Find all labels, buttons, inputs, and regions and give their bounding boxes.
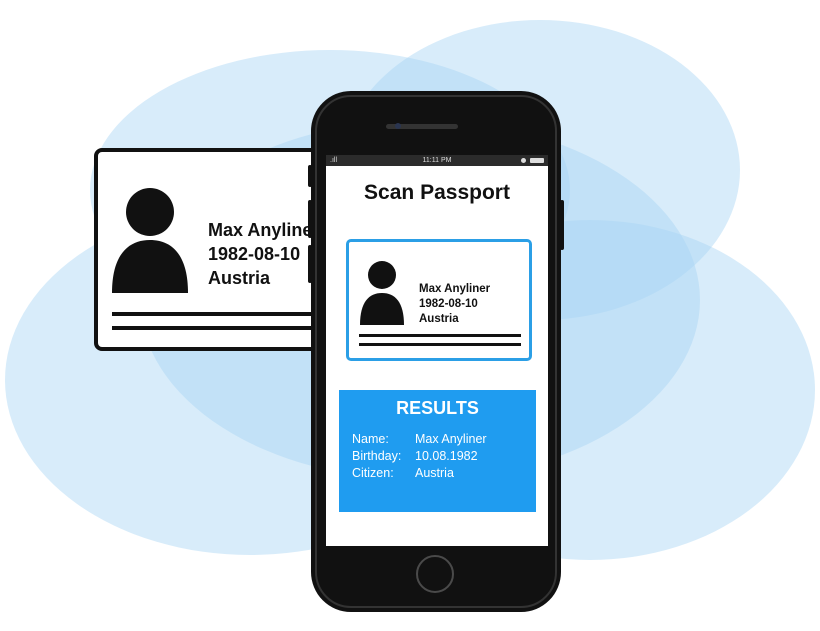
home-button[interactable]: [416, 555, 454, 593]
scanned-card-birthday: 1982-08-10: [419, 298, 478, 310]
results-label: Citizen:: [352, 466, 394, 480]
id-card-name: Max Anyliner: [208, 220, 320, 240]
results-label: Birthday:: [352, 449, 402, 463]
scanned-card-info: Max Anyliner 1982-08-10 Austria: [419, 282, 490, 327]
screen-title: Scan Passport: [364, 181, 510, 204]
person-silhouette-icon: [112, 188, 188, 293]
id-card-country: Austria: [208, 268, 271, 288]
id-card-line: [112, 312, 330, 316]
front-camera-icon: [395, 123, 401, 129]
results-value: Max Anyliner: [415, 432, 487, 446]
person-silhouette-icon: [360, 261, 404, 325]
id-card-birthday: 1982-08-10: [208, 244, 301, 264]
results-title: RESULTS: [396, 398, 479, 418]
status-time: 11:11 PM: [422, 157, 452, 164]
id-card-line: [112, 326, 330, 330]
scanned-card-country: Austria: [419, 313, 459, 325]
results-value: Austria: [415, 466, 454, 480]
results-value: 10.08.1982: [415, 449, 478, 463]
scanned-passport-card[interactable]: Max Anyliner 1982-08-10 Austria: [346, 239, 532, 361]
results-label: Name:: [352, 432, 389, 446]
phone-screen: .ıll 11:11 PM Scan Passport Max Anyliner…: [326, 155, 548, 546]
scanned-card-name: Max Anyliner: [419, 283, 491, 295]
scanned-card-line: [359, 343, 521, 346]
id-card-info: Max Anyliner 1982-08-10 Austria: [208, 218, 319, 290]
id-card: Max Anyliner 1982-08-10 Austria: [94, 148, 334, 351]
results-panel: RESULTS Name: Max Anyliner Birthday: 10.08…: [339, 390, 536, 512]
results-row: Citizen: Austria: [352, 465, 454, 482]
status-bar: .ıll 11:11 PM: [326, 155, 548, 166]
results-row: Name: Max Anyliner: [352, 431, 487, 448]
battery-icon: [530, 158, 544, 163]
scanned-card-line: [359, 334, 521, 337]
results-row: Birthday: 10.08.1982: [352, 448, 478, 465]
status-indicator-icon: [521, 158, 526, 163]
